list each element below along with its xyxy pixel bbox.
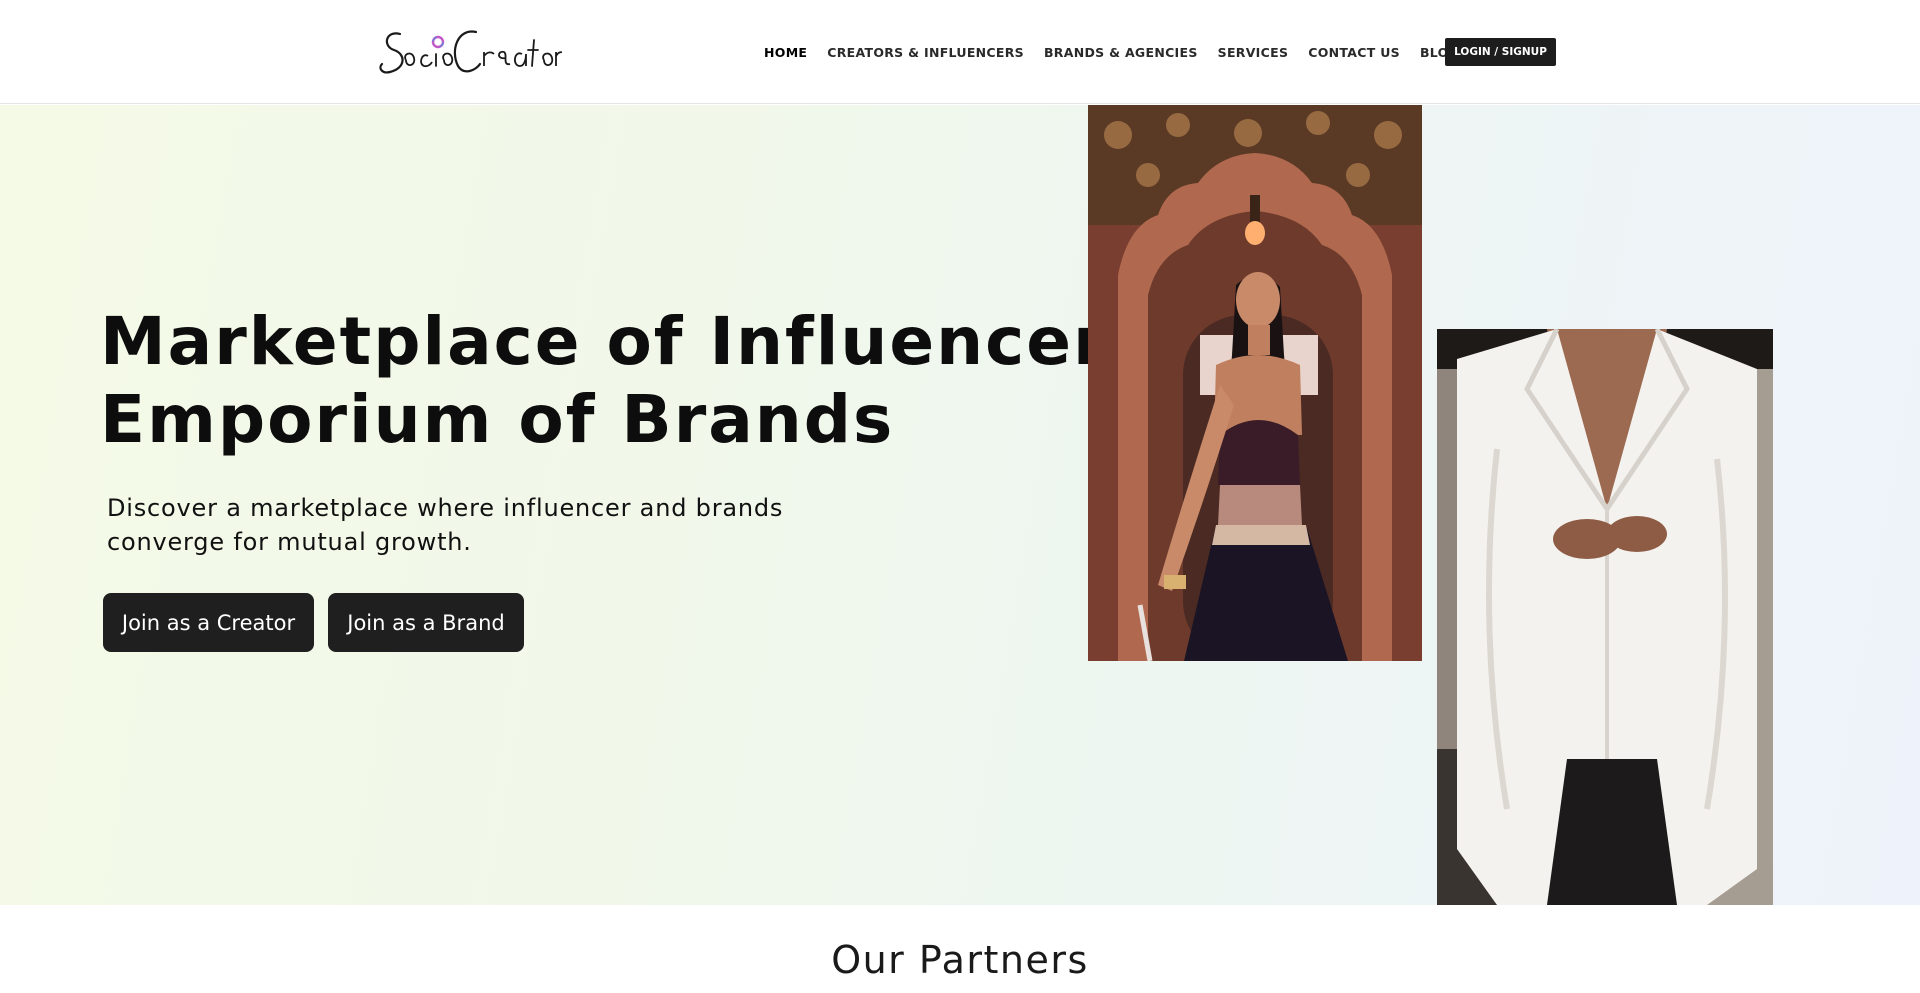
hero-title-line-1: Marketplace of Influencer, bbox=[100, 303, 1125, 380]
hero-section: Marketplace of Influencer, Emporium of B… bbox=[0, 105, 1920, 905]
login-signup-button[interactable]: LOGIN / SIGNUP bbox=[1445, 38, 1556, 66]
hero-title: Marketplace of Influencer, Emporium of B… bbox=[100, 303, 1125, 459]
hero-subtitle: Discover a marketplace where influencer … bbox=[107, 494, 784, 556]
nav-item-contact-us[interactable]: CONTACT US bbox=[1308, 45, 1400, 60]
nav-item-home[interactable]: HOME bbox=[764, 45, 807, 60]
hero-title-line-2: Emporium of Brands bbox=[100, 381, 895, 458]
partners-heading: Our Partners bbox=[831, 938, 1089, 982]
main-navigation: HOME CREATORS & INFLUENCERS BRANDS & AGE… bbox=[764, 38, 1488, 66]
nav-item-brands-agencies[interactable]: BRANDS & AGENCIES bbox=[1044, 45, 1198, 60]
nav-item-services[interactable]: SERVICES bbox=[1218, 45, 1289, 60]
creator-photo-white-shirt bbox=[1437, 329, 1773, 905]
join-as-creator-button[interactable]: Join as a Creator bbox=[103, 593, 314, 652]
nav-item-creators-influencers[interactable]: CREATORS & INFLUENCERS bbox=[827, 45, 1024, 60]
creator-photo-dancer bbox=[1088, 105, 1422, 661]
join-as-brand-button[interactable]: Join as a Brand bbox=[328, 593, 524, 652]
sociocreator-logo[interactable] bbox=[376, 20, 562, 84]
site-header: HOME CREATORS & INFLUENCERS BRANDS & AGE… bbox=[0, 0, 1920, 104]
